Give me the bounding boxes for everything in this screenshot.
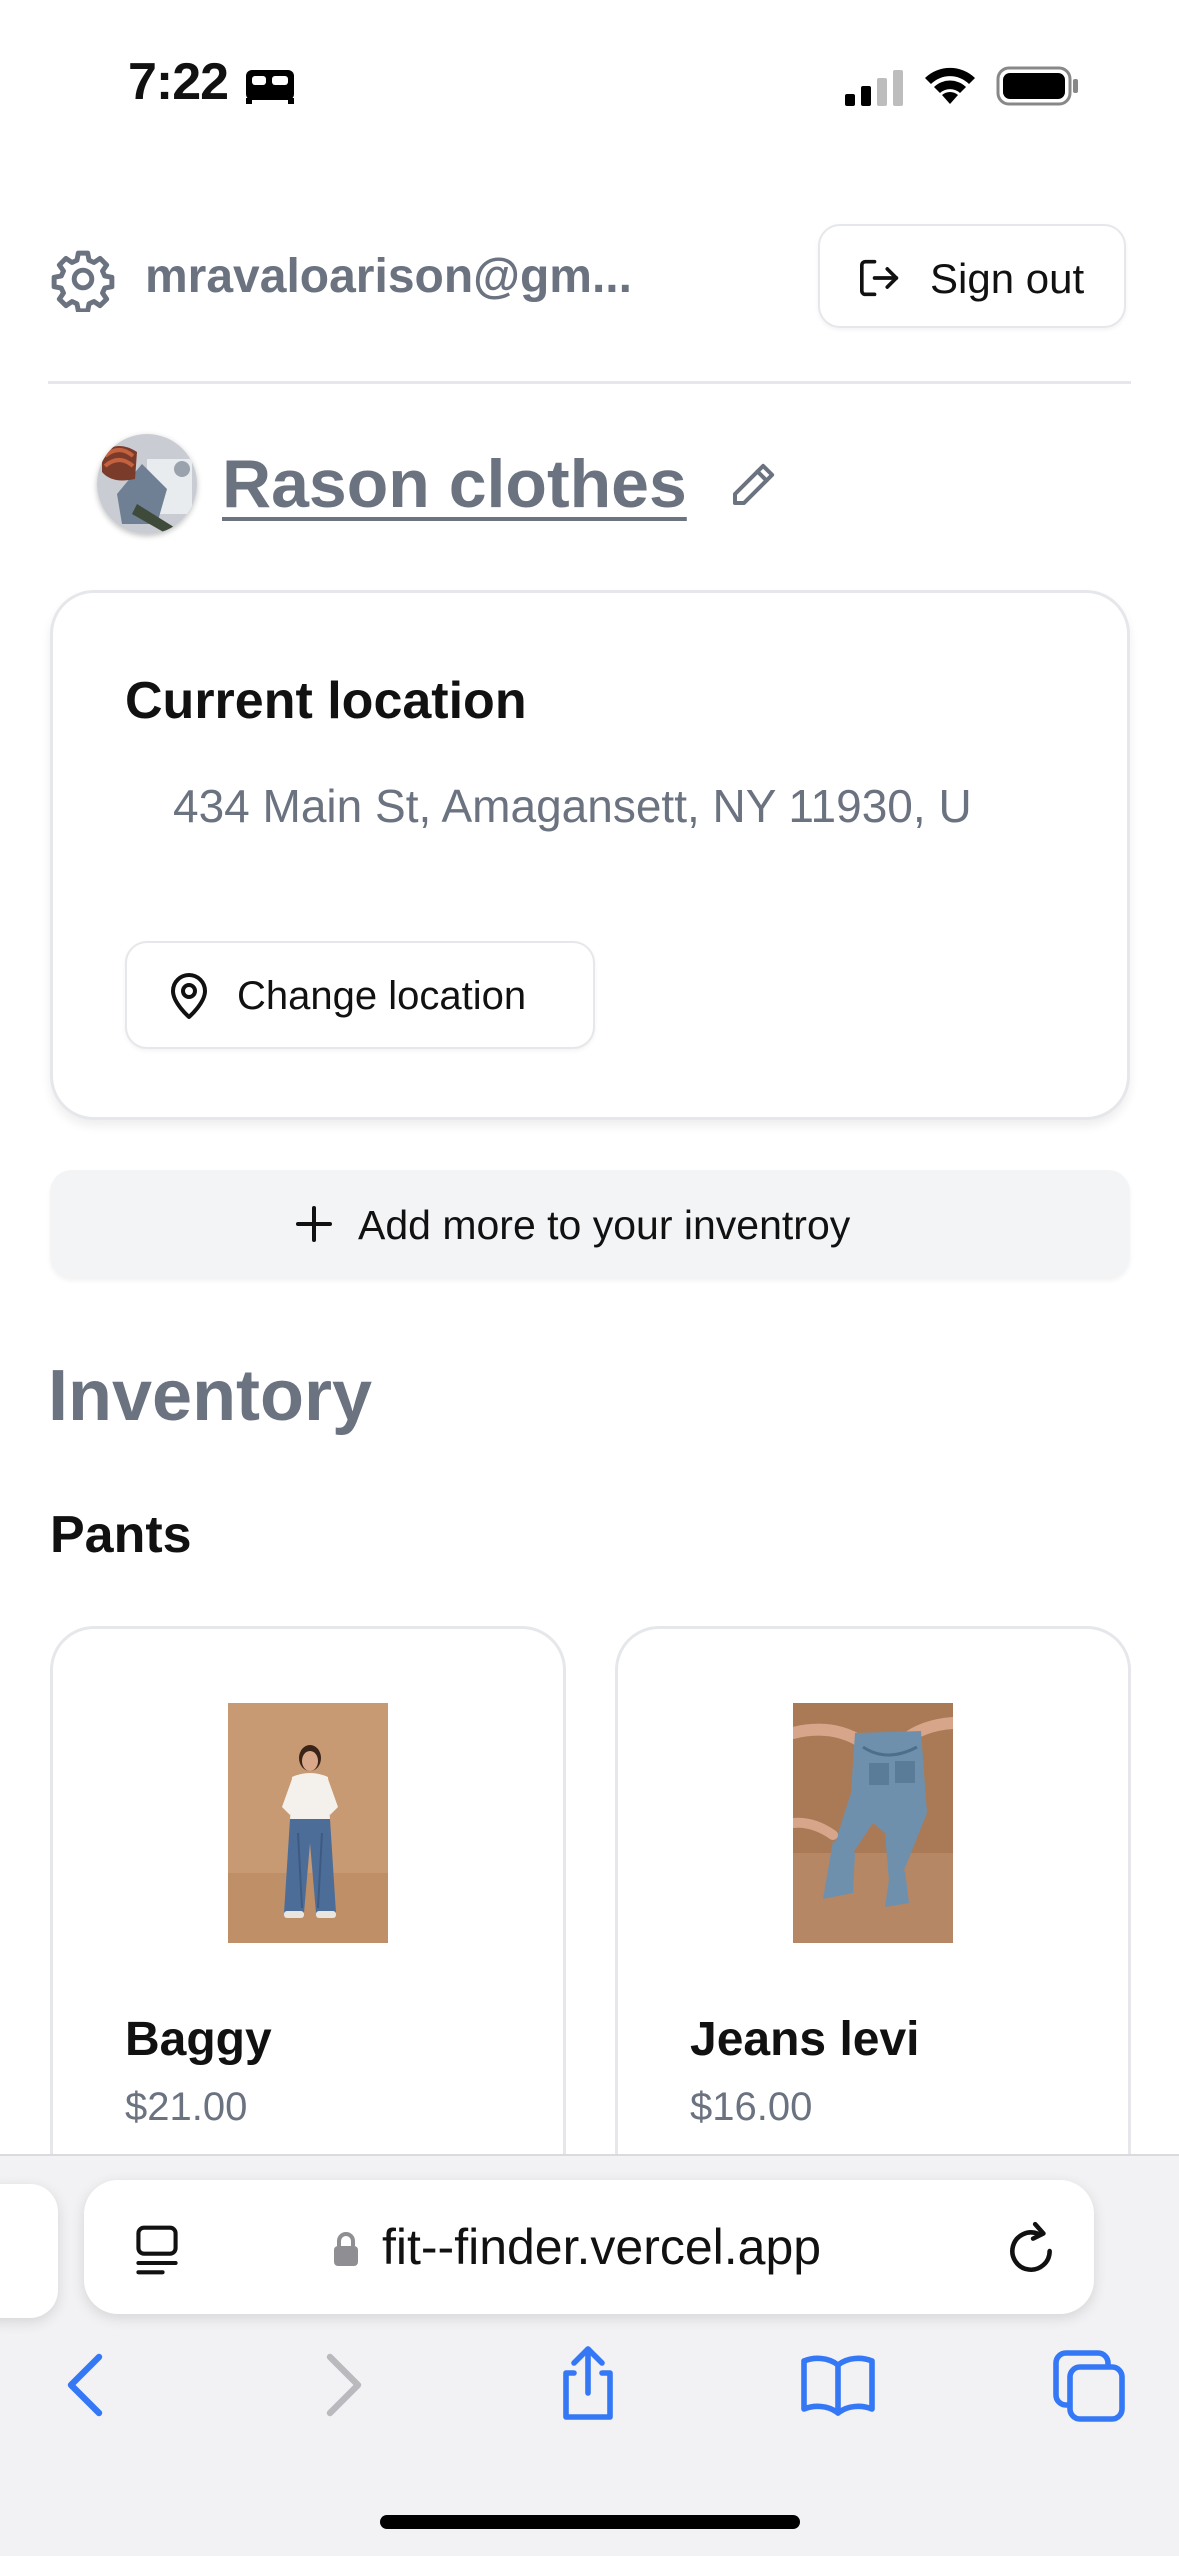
location-address: 434 Main St, Amagansett, NY 11930, U — [173, 780, 972, 832]
sign-out-label: Sign out — [930, 255, 1085, 302]
page-menu-icon[interactable] — [132, 2224, 182, 2276]
sign-out-button[interactable]: Sign out — [818, 224, 1126, 328]
category-heading-pants: Pants — [50, 1506, 192, 1564]
plus-icon — [296, 1206, 332, 1242]
reload-icon[interactable] — [1004, 2220, 1058, 2278]
status-bar: 7:22 — [0, 0, 1179, 150]
pencil-icon[interactable] — [726, 458, 780, 512]
product-card-jeans-levi[interactable]: Jeans levi $16.00 — [615, 1626, 1131, 2246]
tabs-icon[interactable] — [1048, 2345, 1128, 2425]
forward-icon[interactable] — [302, 2345, 382, 2425]
product-name: Jeans levi — [690, 2013, 920, 2066]
back-icon[interactable] — [47, 2345, 127, 2425]
gear-icon[interactable] — [50, 246, 116, 312]
previous-tab-preview[interactable] — [0, 2184, 58, 2318]
status-time: 7:22 — [128, 53, 229, 111]
change-location-label: Change location — [237, 974, 527, 1018]
store-avatar — [97, 434, 197, 534]
account-header: mravaloarison@gm... Sign out — [50, 224, 1130, 334]
product-card-baggy[interactable]: Baggy $21.00 — [50, 1626, 566, 2246]
change-location-button[interactable]: Change location — [125, 941, 595, 1049]
sleep-focus-icon — [246, 70, 294, 104]
location-card: Current location 434 Main St, Amagansett… — [50, 590, 1130, 1120]
header-divider — [48, 381, 1131, 384]
product-name: Baggy — [125, 2013, 272, 2066]
sign-out-icon — [859, 259, 899, 297]
wifi-icon — [925, 67, 975, 104]
lock-icon — [334, 2232, 358, 2266]
product-price: $16.00 — [690, 2085, 813, 2129]
store-name-link[interactable]: Rason clothes — [222, 445, 687, 523]
home-indicator[interactable] — [380, 2515, 800, 2529]
bookmarks-icon[interactable] — [798, 2345, 878, 2425]
location-title: Current location — [125, 672, 527, 730]
battery-icon — [996, 66, 1078, 106]
product-price: $21.00 — [125, 2085, 248, 2129]
user-email: mravaloarison@gm... — [145, 250, 632, 303]
product-image-baggy — [228, 1703, 388, 1943]
url-text: fit--finder.vercel.app — [382, 2219, 822, 2275]
cellular-signal-icon — [845, 70, 903, 106]
map-pin-icon — [171, 973, 207, 1019]
product-image-jeans-levi — [793, 1703, 953, 1943]
share-icon[interactable] — [548, 2345, 628, 2425]
address-bar[interactable]: fit--finder.vercel.app — [84, 2180, 1094, 2314]
inventory-heading: Inventory — [48, 1356, 373, 1436]
add-inventory-label: Add more to your inventroy — [358, 1202, 851, 1248]
add-inventory-button[interactable]: Add more to your inventroy — [50, 1170, 1130, 1278]
